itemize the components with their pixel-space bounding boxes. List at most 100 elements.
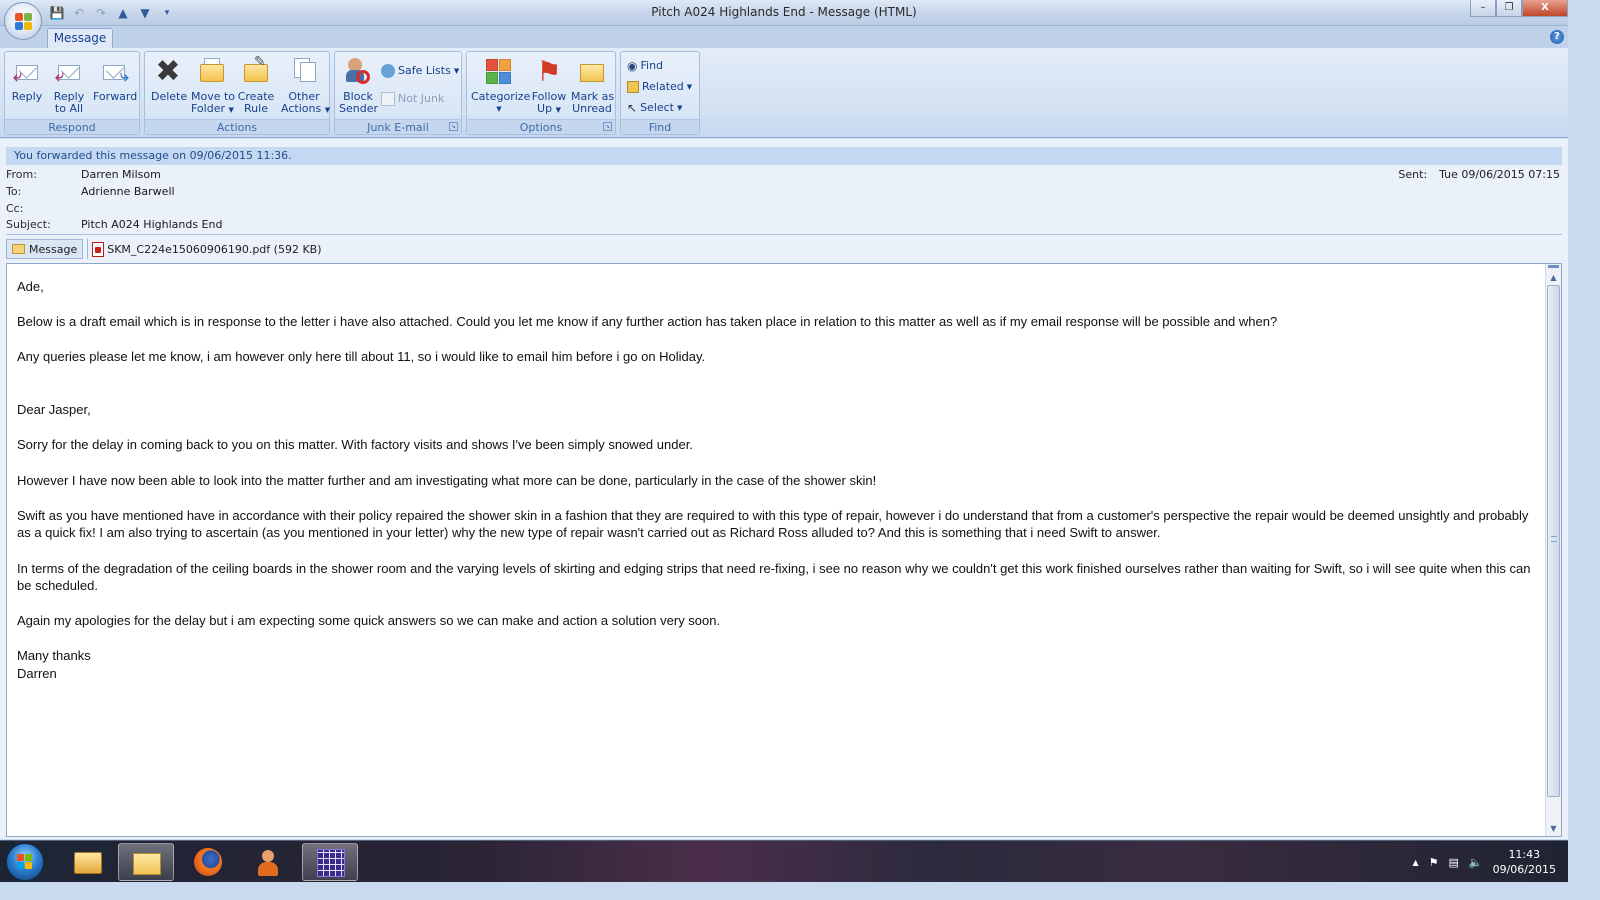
find-group: ◉ Find Related ▼ ↖ Select ▼ Find [620,51,700,135]
window-controls: – ❐ X [1470,0,1568,17]
restore-button[interactable]: ❐ [1496,0,1522,17]
dropdown-arrow-icon: ▼ [686,83,693,91]
tab-message[interactable]: Message [47,28,113,49]
taskbar-contacts[interactable] [240,843,296,881]
message-pane: You forwarded this message on 09/06/2015… [0,139,1568,839]
signoff: Many thanks [17,648,91,664]
options-launcher-icon[interactable]: ↘ [603,122,612,131]
clock-time: 11:43 [1508,848,1541,861]
scrollbar-thumb[interactable] [1547,285,1560,797]
sent-label: Sent: [1398,168,1428,181]
body-paragraph: Swift as you have mentioned have in acco… [17,507,1529,541]
ribbon-tab-strip: Message [0,26,1568,49]
dropdown-arrow-icon: ▼ [677,104,683,112]
dropdown-arrow-icon: ▼ [228,106,234,114]
safe-lists-button[interactable]: Safe Lists ▼ [381,62,459,80]
block-sender-button[interactable]: Block Sender [339,56,378,115]
header-divider [6,234,1562,235]
to-label: To: [6,185,22,198]
signature: Darren [17,666,57,682]
scroll-down-arrow-icon[interactable]: ▼ [1546,821,1561,836]
pdf-attachment[interactable]: SKM_C224e15060906190.pdf (592 KB) [87,239,325,259]
action-center-flag-icon[interactable]: ⚑ [1429,856,1439,869]
mark-as-unread-button[interactable]: Mark as Unread [571,56,614,115]
office-button[interactable] [4,2,42,40]
not-junk-icon [381,92,395,106]
from-value[interactable]: Darren Milsom [81,167,161,183]
not-junk-button[interactable]: Not Junk [381,90,444,108]
taskbar-calendar[interactable] [302,843,358,881]
other-actions-button[interactable]: Other Actions ▼ [281,56,331,116]
clock[interactable]: 11:43 09/06/2015 [1493,847,1556,877]
body-paragraph: Again my apologies for the delay but i a… [17,613,721,629]
categorize-icon [483,56,515,88]
move-to-folder-button[interactable]: Move to Folder ▼ [191,56,235,116]
other-actions-icon [288,56,320,88]
to-value[interactable]: Adrienne Barwell [81,184,175,200]
start-button[interactable] [6,843,44,881]
sent-value: Tue 09/06/2015 07:15 [1439,168,1560,181]
flag-icon: ⚑ [536,55,562,88]
actions-group: ✖ Delete Move to Folder ▼ ✎ Create Rule … [144,51,330,135]
greeting: Ade, [17,279,44,294]
respond-group: ⤶ Reply ⤶ Reply to All ⤷ Forward Respond [4,51,140,135]
close-button[interactable]: X [1522,0,1568,17]
reply-button[interactable]: ⤶ Reply [11,56,43,103]
windows-logo-icon [17,854,33,870]
find-button[interactable]: ◉ Find [627,57,663,75]
related-icon [627,81,639,93]
window-title: Pitch A024 Highlands End - Message (HTML… [651,5,917,19]
create-rule-icon: ✎ [240,55,272,88]
minimize-button[interactable]: – [1470,0,1496,17]
volume-icon[interactable]: 🔈 [1469,856,1483,869]
pdf-icon [92,241,105,257]
dropdown-arrow-icon: ▼ [453,67,460,75]
taskbar: ▲ ⚑ ▤ 🔈 11:43 09/06/2015 [0,840,1568,882]
safe-lists-icon [381,64,395,78]
forward-icon: ⤷ [98,56,130,88]
taskbar-outlook[interactable] [118,843,174,881]
taskbar-explorer[interactable] [60,843,116,881]
show-hidden-icons-icon[interactable]: ▲ [1412,858,1418,867]
options-group-label: Options [467,119,615,134]
contacts-icon [254,848,282,876]
info-bar[interactable]: You forwarded this message on 09/06/2015… [6,147,1562,165]
move-to-folder-icon [196,56,228,88]
body-paragraph: Any queries please let me know, i am how… [17,349,706,365]
select-button[interactable]: ↖ Select ▼ [627,99,682,117]
forward-button[interactable]: ⤷ Forward [93,56,137,103]
delete-icon: ✖ [155,54,181,89]
reply-icon: ⤶ [11,56,43,88]
network-icon[interactable]: ▤ [1448,856,1458,869]
reply-all-icon: ⤶ [53,56,85,88]
subject-label: Subject: [6,218,51,231]
create-rule-button[interactable]: ✎ Create Rule [237,55,275,115]
respond-group-label: Respond [5,119,139,134]
junk-email-group-label: Junk E-mail [335,119,461,134]
delete-button[interactable]: ✖ Delete [151,54,187,103]
dropdown-arrow-icon: ▼ [555,106,561,114]
subject-value: Pitch A024 Highlands End [81,218,223,231]
options-group: Categorize ▼ ⚑ Follow Up ▼ Mark as Unrea… [466,51,616,135]
body-paragraph: In terms of the degradation of the ceili… [17,560,1531,594]
help-icon[interactable]: ? [1550,30,1564,44]
scroll-up-arrow-icon[interactable]: ▲ [1546,270,1561,285]
clock-date: 09/06/2015 [1492,863,1556,876]
cursor-icon: ↖ [627,101,638,115]
taskbar-firefox[interactable] [180,843,236,881]
message-body[interactable]: Ade, Below is a draft email which is in … [6,263,1562,837]
firefox-icon [194,848,222,876]
from-label: From: [6,168,37,181]
message-attachment-tab[interactable]: Message [6,239,84,259]
message-body-text: Ade, Below is a draft email which is in … [17,278,1532,683]
reply-all-button[interactable]: ⤶ Reply to All [53,56,85,115]
title-bar: 💾 ↶ ↷ ▲ ▼ ▾ Pitch A024 Highlands End - M… [0,0,1568,26]
categorize-button[interactable]: Categorize ▼ [471,56,530,115]
body-paragraph: Sorry for the delay in coming back to yo… [17,437,693,453]
vertical-scrollbar[interactable]: ▲ ▼ [1545,264,1561,836]
dropdown-arrow-icon: ▼ [324,106,331,114]
related-button[interactable]: Related ▼ [627,78,692,96]
follow-up-button[interactable]: ⚑ Follow Up ▼ [529,56,569,116]
actions-group-label: Actions [145,119,329,134]
junk-email-launcher-icon[interactable]: ↘ [449,122,458,131]
